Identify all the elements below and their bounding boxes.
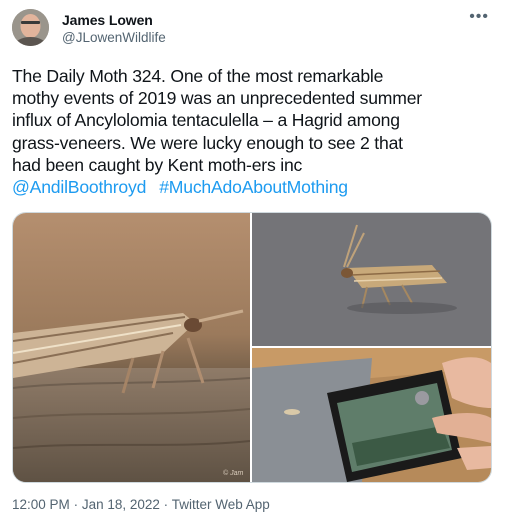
- tweet-date[interactable]: Jan 18, 2022: [82, 497, 160, 512]
- media-grid: © Jam: [12, 212, 492, 483]
- photo-watermark: © Jam: [223, 469, 243, 477]
- hashtag-link[interactable]: #MuchAdoAboutMothing: [159, 177, 348, 197]
- tweet-source[interactable]: Twitter Web App: [172, 497, 270, 512]
- tweet-meta: 12:00 PM · Jan 18, 2022 · Twitter Web Ap…: [12, 497, 270, 512]
- phone-photographing-moth-photo[interactable]: [252, 348, 491, 482]
- tweet-links: @AndilBoothroyd #MuchAdoAboutMothing: [12, 176, 500, 198]
- meta-separator: ·: [73, 497, 79, 512]
- author-name[interactable]: James Lowen: [62, 12, 153, 28]
- avatar-image: [12, 9, 49, 46]
- meta-separator: ·: [163, 497, 169, 512]
- tweet-body: The Daily Moth 324. One of the most rema…: [12, 66, 422, 175]
- mention-link[interactable]: @AndilBoothroyd: [12, 177, 146, 197]
- moth-closeup-photo[interactable]: © Jam: [13, 213, 250, 482]
- tweet-time[interactable]: 12:00 PM: [12, 497, 70, 512]
- author-handle[interactable]: @JLowenWildlife: [62, 30, 166, 45]
- avatar[interactable]: [12, 9, 49, 46]
- more-options-icon[interactable]: •••: [469, 8, 489, 26]
- tweet-text: The Daily Moth 324. One of the most rema…: [12, 65, 500, 198]
- moth-grey-surface-photo[interactable]: [252, 213, 491, 346]
